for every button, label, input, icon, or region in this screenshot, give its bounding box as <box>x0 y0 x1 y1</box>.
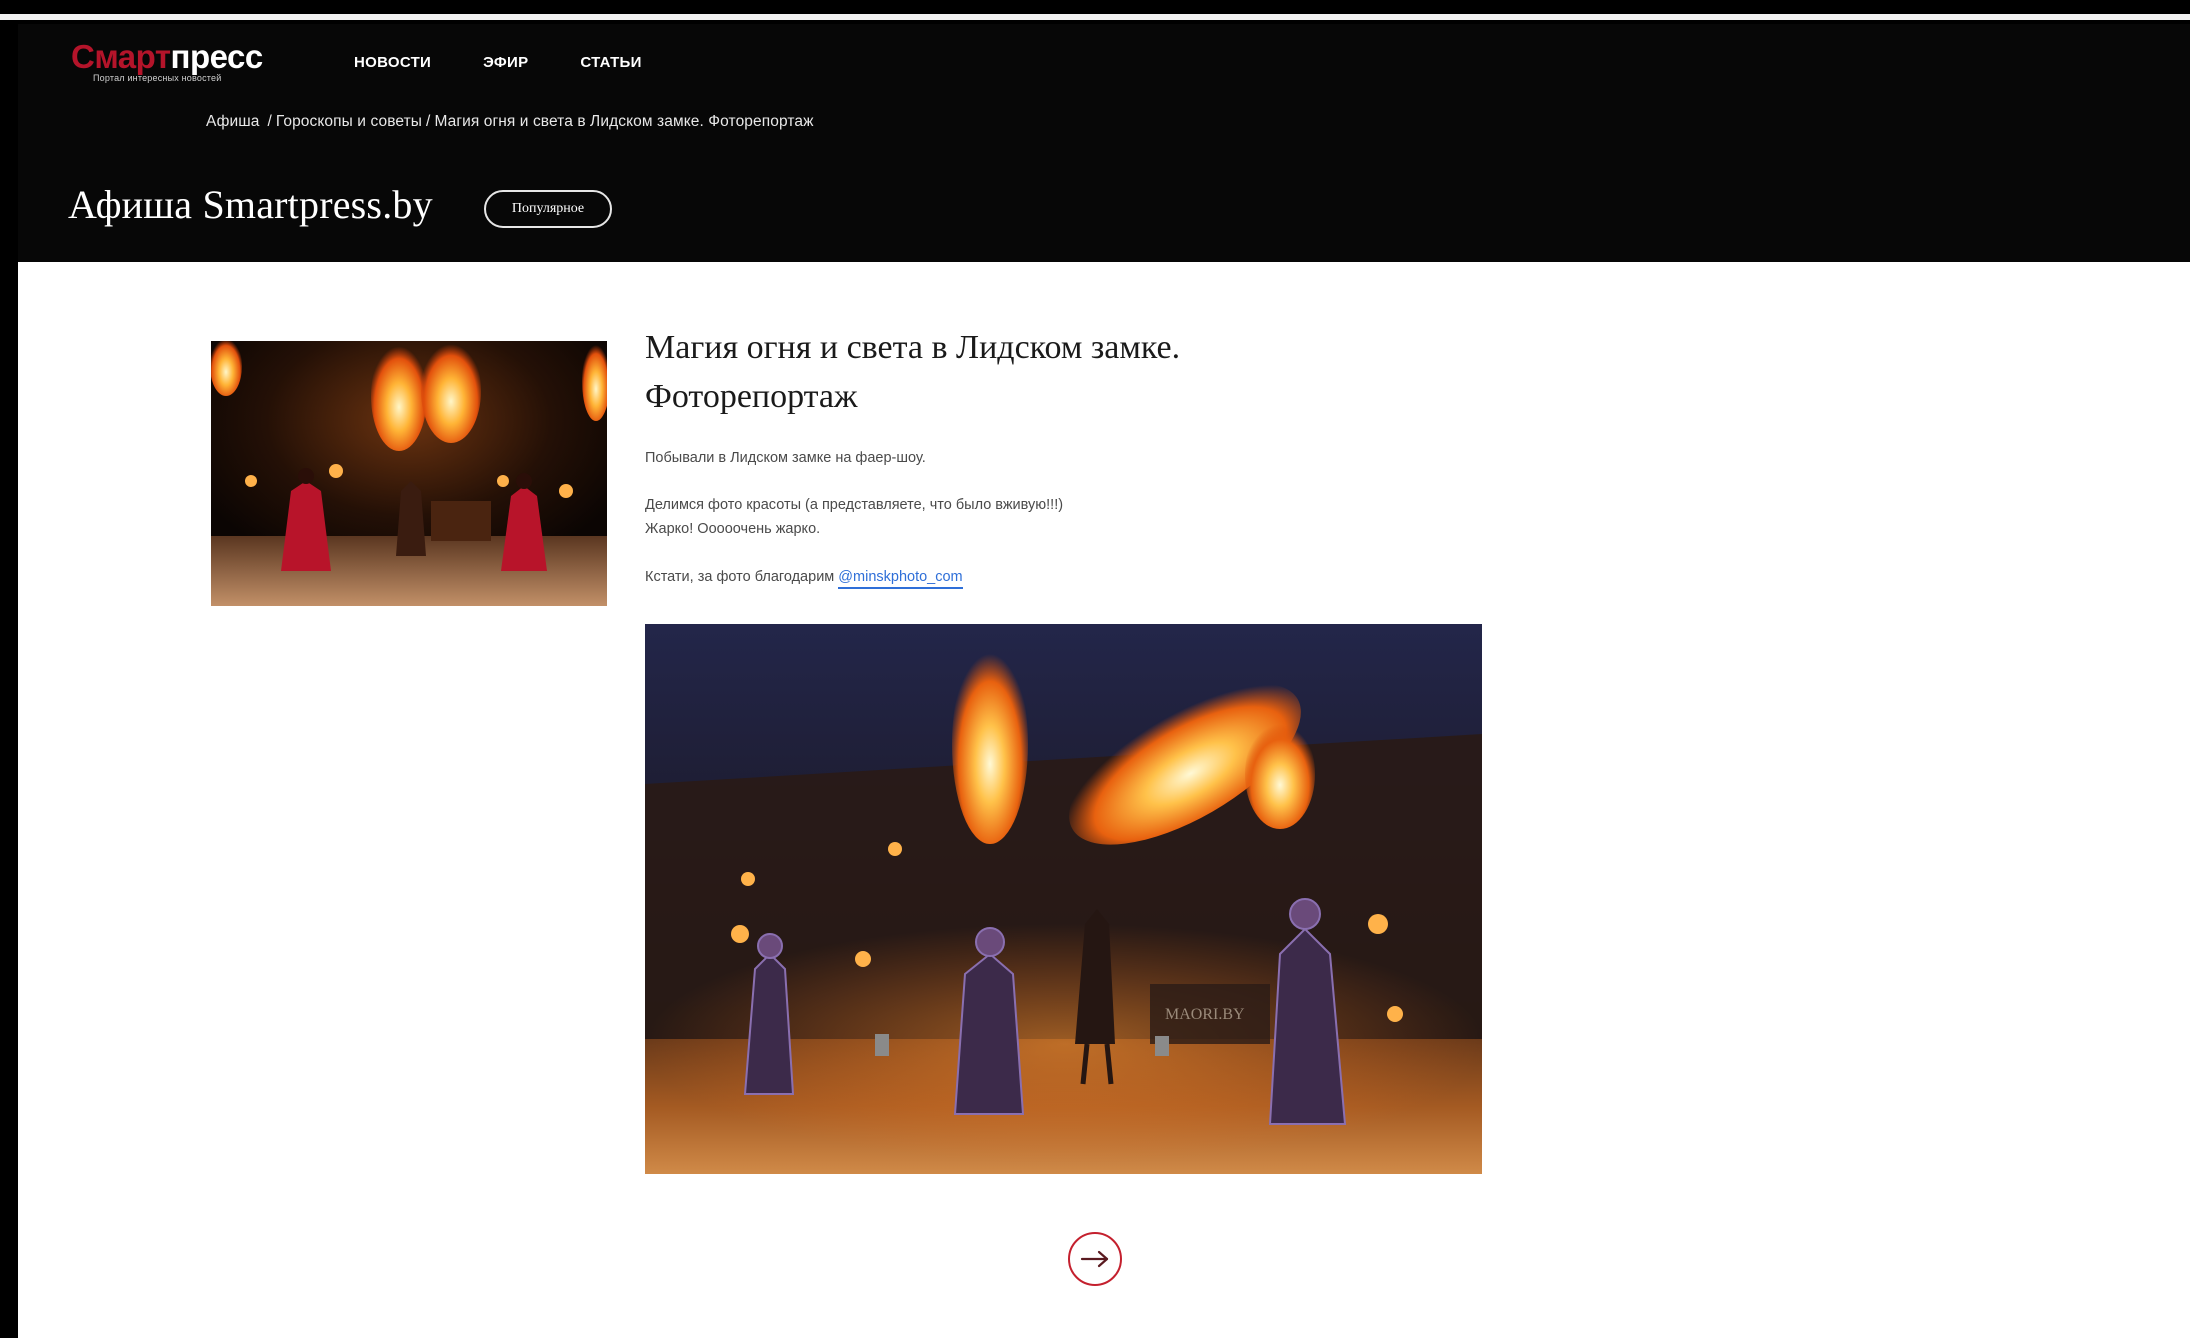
article-content: Магия огня и света в Лидском замке. Фото… <box>18 262 2190 1338</box>
article-thumbnail[interactable] <box>211 341 607 606</box>
main-nav: НОВОСТИ ЭФИР СТАТЬИ <box>354 54 642 71</box>
article-title: Магия огня и света в Лидском замке. Фото… <box>645 323 1345 421</box>
breadcrumb-separator: / <box>426 113 431 130</box>
breadcrumb-item-current: Магия огня и света в Лидском замке. Фото… <box>434 113 814 130</box>
next-article-button[interactable] <box>1068 1232 1122 1286</box>
article-paragraph: Делимся фото красоты (а представляете, ч… <box>645 497 1064 513</box>
article-paragraph: Побывали в Лидском замке на фаер-шоу. <box>645 450 926 466</box>
fire-show-thumbnail-image <box>211 341 607 606</box>
nav-item-articles[interactable]: СТАТЬИ <box>580 54 641 71</box>
article-paragraph-credit: Кстати, за фото благодарим @minskphoto_c… <box>645 566 963 589</box>
browser-top-strip <box>0 0 2190 24</box>
top-divider <box>0 14 2190 20</box>
photo-watermark: MAORI.BY <box>1165 1006 1245 1023</box>
nav-item-news[interactable]: НОВОСТИ <box>354 54 431 71</box>
article-title-line2: Фоторепортаж <box>645 378 858 415</box>
article-title-line1: Магия огня и света в Лидском замке. <box>645 329 1181 366</box>
breadcrumb-item-horoscopes[interactable]: Гороскопы и советы <box>276 113 422 130</box>
logo-part-red: Смарт <box>71 38 171 75</box>
breadcrumb-separator: / <box>267 113 272 130</box>
article-photo: MAORI.BY <box>645 624 1482 1174</box>
breadcrumb-item-afisha[interactable]: Афиша <box>206 113 259 130</box>
site-header: Смартпресс Портал интересных новостей НО… <box>18 24 2190 262</box>
credit-text: Кстати, за фото благодарим <box>645 569 835 585</box>
credit-link[interactable]: @minskphoto_com <box>838 569 963 589</box>
site-logo[interactable]: Смартпресс Портал интересных новостей <box>71 38 264 84</box>
article-paragraph: Жарко! Ооооочень жарко. <box>645 521 821 537</box>
fire-show-photo: MAORI.BY <box>645 624 1482 1174</box>
logo-part-white: пресс <box>170 38 264 75</box>
popular-button[interactable]: Популярное <box>484 190 612 228</box>
nav-item-broadcast[interactable]: ЭФИР <box>483 54 528 71</box>
section-title: Афиша Smartpress.by <box>68 182 433 227</box>
arrow-right-icon <box>1080 1250 1109 1268</box>
breadcrumb: Афиша / Гороскопы и советы / Магия огня и св… <box>206 113 814 131</box>
